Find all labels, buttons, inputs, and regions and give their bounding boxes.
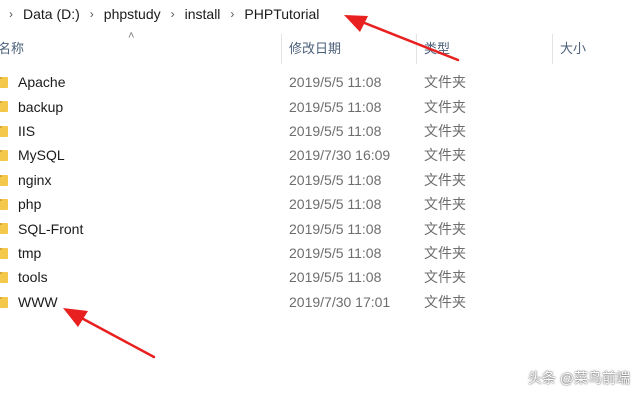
table-row[interactable]: tools 2019/5/5 11:08 文件夹 [0, 265, 640, 289]
file-date: 2019/7/30 16:09 [289, 147, 391, 164]
table-row[interactable]: backup 2019/5/5 11:08 文件夹 [0, 94, 640, 118]
file-date: 2019/5/5 11:08 [289, 220, 382, 237]
file-list: Apache 2019/5/5 11:08 文件夹 backup 2019/5/… [0, 70, 640, 314]
file-date: 2019/5/5 11:08 [289, 244, 382, 261]
file-date: 2019/5/5 11:08 [289, 74, 382, 91]
folder-icon [0, 296, 8, 308]
file-type: 文件夹 [424, 269, 466, 286]
file-name: backup [18, 98, 64, 115]
file-name: WWW [18, 293, 58, 310]
folder-icon [0, 247, 8, 259]
file-type: 文件夹 [424, 171, 466, 188]
breadcrumb-item-phpstudy[interactable]: phpstudy [101, 6, 164, 22]
breadcrumb[interactable]: › Data (D:) › phpstudy › install › PHPTu… [0, 0, 640, 28]
file-type: 文件夹 [424, 244, 466, 261]
column-header-date[interactable]: 修改日期 [289, 28, 341, 66]
file-type: 文件夹 [424, 122, 466, 139]
file-name: tools [18, 269, 48, 286]
file-type: 文件夹 [424, 196, 466, 213]
file-type: 文件夹 [424, 293, 466, 310]
file-type: 文件夹 [424, 220, 466, 237]
file-name: tmp [18, 244, 42, 261]
file-date: 2019/5/5 11:08 [289, 269, 382, 286]
file-date: 2019/5/5 11:08 [289, 98, 382, 115]
table-row[interactable]: WWW 2019/7/30 17:01 文件夹 [0, 290, 640, 314]
column-divider[interactable] [281, 34, 282, 64]
column-divider[interactable] [416, 34, 417, 64]
folder-icon [0, 174, 8, 186]
column-divider[interactable] [552, 34, 553, 64]
sort-up-icon: ˄ [128, 30, 135, 42]
table-row[interactable]: MySQL 2019/7/30 16:09 文件夹 [0, 143, 640, 167]
column-header-row: ˄ 名称 修改日期 类型 大小 [0, 28, 640, 66]
file-date: 2019/5/5 11:08 [289, 122, 382, 139]
table-row[interactable]: Apache 2019/5/5 11:08 文件夹 [0, 70, 640, 94]
file-type: 文件夹 [424, 98, 466, 115]
folder-icon [0, 272, 8, 284]
chevron-right-icon[interactable]: › [165, 7, 181, 21]
column-header-type[interactable]: 类型 [424, 28, 450, 66]
folder-icon [0, 101, 8, 113]
file-explorer-window: › Data (D:) › phpstudy › install › PHPTu… [0, 0, 640, 400]
file-date: 2019/5/5 11:08 [289, 196, 382, 213]
file-date: 2019/7/30 17:01 [289, 293, 391, 310]
table-row[interactable]: SQL-Front 2019/5/5 11:08 文件夹 [0, 216, 640, 240]
folder-icon [0, 77, 8, 88]
folder-icon [0, 223, 8, 235]
breadcrumb-item-phptutorial[interactable]: PHPTutorial [241, 6, 322, 22]
file-name: SQL-Front [18, 220, 84, 237]
file-name: MySQL [18, 147, 65, 164]
table-row[interactable]: tmp 2019/5/5 11:08 文件夹 [0, 241, 640, 265]
file-name: nginx [18, 171, 52, 188]
table-row[interactable]: php 2019/5/5 11:08 文件夹 [0, 192, 640, 216]
folder-icon [0, 198, 8, 210]
column-header-size[interactable]: 大小 [560, 28, 586, 66]
annotation-arrow-bottom [63, 308, 156, 359]
file-date: 2019/5/5 11:08 [289, 171, 382, 188]
folder-icon [0, 125, 8, 137]
table-row[interactable]: IIS 2019/5/5 11:08 文件夹 [0, 119, 640, 143]
file-name: Apache [18, 74, 66, 91]
table-row[interactable]: nginx 2019/5/5 11:08 文件夹 [0, 168, 640, 192]
column-header-name[interactable]: 名称 [0, 28, 24, 66]
folder-icon [0, 150, 8, 162]
chevron-right-icon[interactable]: › [224, 7, 240, 21]
file-name: php [18, 196, 42, 213]
breadcrumb-item-drive[interactable]: Data (D:) [20, 6, 83, 22]
chevron-right-icon[interactable]: › [84, 7, 100, 21]
watermark-text: 头条 @菜鸟前端 [527, 370, 630, 386]
chevron-right-icon[interactable]: › [3, 7, 19, 21]
breadcrumb-item-install[interactable]: install [182, 6, 224, 22]
file-type: 文件夹 [424, 74, 466, 91]
file-type: 文件夹 [424, 147, 466, 164]
file-name: IIS [18, 122, 36, 139]
